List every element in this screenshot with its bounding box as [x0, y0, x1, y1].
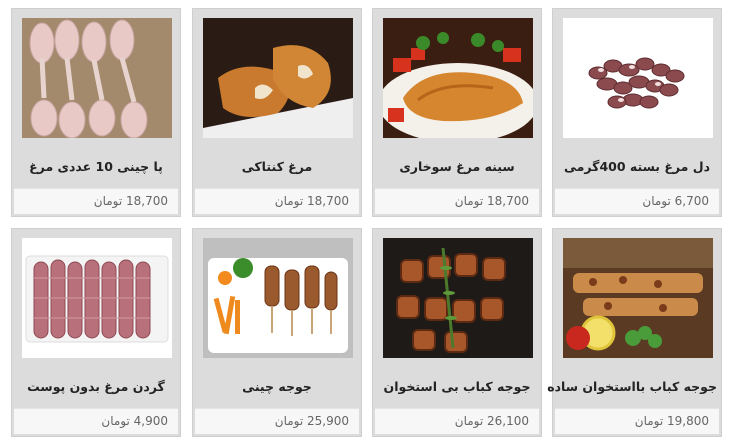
product-price: 18,700 تومان [14, 188, 178, 214]
product-price: 19,800 تومان [555, 408, 719, 434]
product-card[interactable]: سینه مرغ سوخاری 18,700 تومان [372, 8, 542, 217]
product-title[interactable]: جوجه چینی [197, 367, 357, 407]
fried-chicken-breast-image[interactable] [383, 18, 533, 138]
kentucky-chicken-image[interactable] [203, 18, 353, 138]
skinless-chicken-necks-image[interactable] [22, 238, 172, 358]
product-price: 18,700 تومان [195, 188, 359, 214]
chicken-drumsticks-image[interactable] [22, 18, 172, 138]
product-title[interactable]: جوجه کباب بی استخوان [377, 367, 537, 407]
product-card[interactable]: مرغ کنتاکی 18,700 تومان [192, 8, 362, 217]
product-card[interactable]: دل مرغ بسته 400گرمی 6,700 تومان [552, 8, 722, 217]
product-title[interactable]: دل مرغ بسته 400گرمی [557, 147, 717, 187]
product-price: 6,700 تومان [555, 188, 719, 214]
product-card[interactable]: جوجه کباب بی استخوان 26,100 تومان [372, 228, 542, 437]
product-price: 25,900 تومان [195, 408, 359, 434]
boneless-chicken-kebab-image[interactable] [383, 238, 533, 358]
chicken-kebab-bone-image[interactable] [563, 238, 713, 358]
product-price: 26,100 تومان [375, 408, 539, 434]
product-title[interactable]: جوجه کباب بااستخوان ساده [547, 367, 717, 407]
product-title[interactable]: گردن مرغ بدون پوست [16, 367, 176, 407]
chicken-skewers-image[interactable] [203, 238, 353, 358]
product-card[interactable]: جوجه چینی 25,900 تومان [192, 228, 362, 437]
product-title[interactable]: پا چینی 10 عددی مرغ [16, 147, 176, 187]
product-card[interactable]: جوجه کباب بااستخوان ساده 19,800 تومان [547, 228, 722, 437]
chicken-hearts-image[interactable] [563, 18, 713, 138]
product-title[interactable]: مرغ کنتاکی [197, 147, 357, 187]
product-title[interactable]: سینه مرغ سوخاری [377, 147, 537, 187]
product-price: 4,900 تومان [14, 408, 178, 434]
product-price: 18,700 تومان [375, 188, 539, 214]
product-card[interactable]: گردن مرغ بدون پوست 4,900 تومان [11, 228, 181, 437]
product-card[interactable]: پا چینی 10 عددی مرغ 18,700 تومان [11, 8, 181, 217]
